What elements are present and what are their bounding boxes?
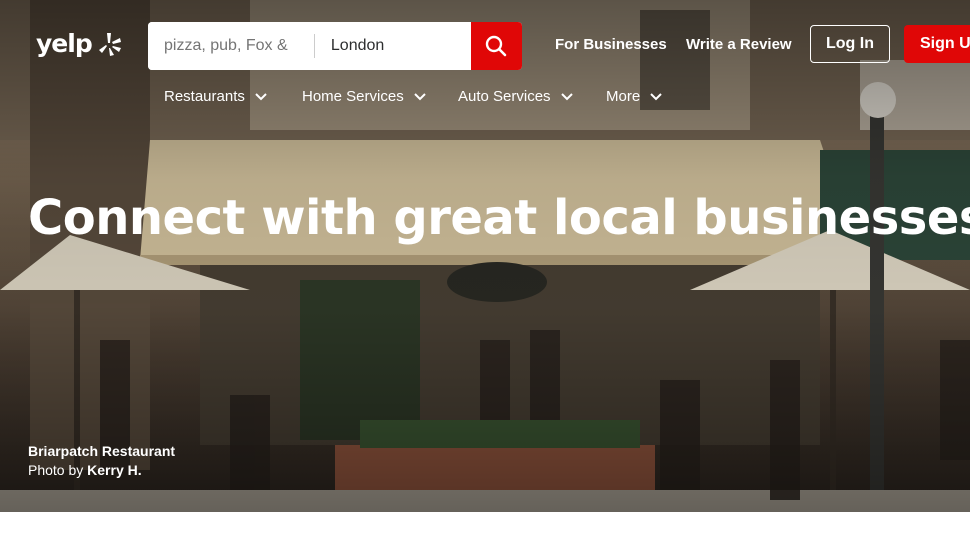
hero-banner: yelp For Businesses Write a Review Log I… bbox=[0, 0, 970, 512]
category-more[interactable]: More bbox=[606, 88, 662, 105]
yelp-logo[interactable]: yelp bbox=[36, 29, 122, 58]
find-input[interactable] bbox=[148, 22, 314, 70]
hero-headline: Connect with great local businesses bbox=[28, 190, 970, 246]
chevron-down-icon bbox=[413, 92, 426, 100]
category-label: Home Services bbox=[302, 88, 404, 105]
chevron-down-icon bbox=[255, 92, 267, 100]
search-bar bbox=[148, 22, 522, 70]
write-review-link[interactable]: Write a Review bbox=[686, 36, 792, 53]
burst-icon bbox=[98, 32, 121, 56]
photographer-link[interactable]: Kerry H. bbox=[87, 462, 141, 478]
for-businesses-link[interactable]: For Businesses bbox=[555, 36, 667, 53]
category-auto-services[interactable]: Auto Services bbox=[458, 88, 573, 105]
category-label: Restaurants bbox=[164, 88, 245, 105]
login-button[interactable]: Log In bbox=[810, 25, 890, 63]
category-restaurants[interactable]: Restaurants bbox=[164, 88, 267, 105]
search-button[interactable] bbox=[470, 22, 522, 70]
hero-overlay bbox=[0, 0, 970, 512]
chevron-down-icon bbox=[560, 92, 573, 100]
category-home-services[interactable]: Home Services bbox=[302, 88, 426, 105]
signup-button[interactable]: Sign Up bbox=[904, 25, 970, 63]
category-label: Auto Services bbox=[458, 88, 551, 105]
category-label: More bbox=[606, 88, 641, 105]
photo-caption: Briarpatch Restaurant Photo by Kerry H. bbox=[28, 442, 175, 480]
chevron-down-icon bbox=[650, 92, 662, 100]
search-icon bbox=[486, 35, 507, 57]
logo-text: yelp bbox=[36, 29, 93, 58]
business-name-link[interactable]: Briarpatch Restaurant bbox=[28, 442, 175, 461]
photo-by-label: Photo by bbox=[28, 462, 84, 478]
near-input[interactable] bbox=[314, 22, 471, 70]
